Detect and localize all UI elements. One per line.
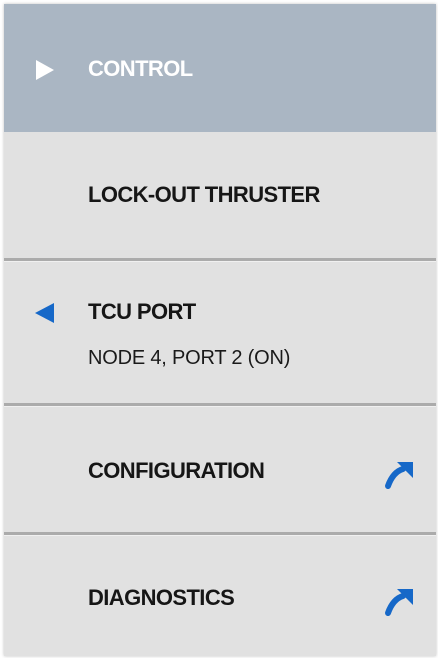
menu-item-label: DIAGNOSTICS xyxy=(88,585,235,610)
external-link-icon xyxy=(385,462,413,489)
back-arrow-icon xyxy=(35,303,54,323)
external-link-icon xyxy=(385,589,413,616)
menu-item-label: CONFIGURATION xyxy=(88,458,265,483)
side-menu: CONTROL LOCK-OUT THRUSTER TCU PORT NODE … xyxy=(4,4,436,656)
menu-item-configuration[interactable]: CONFIGURATION xyxy=(4,406,436,532)
menu-item-tcu-port[interactable]: TCU PORT NODE 4, PORT 2 (ON) xyxy=(4,261,436,403)
tcu-port-value: NODE 4, PORT 2 (ON) xyxy=(88,347,291,369)
play-arrow-icon xyxy=(36,60,54,80)
menu-item-diagnostics[interactable]: DIAGNOSTICS xyxy=(4,535,436,656)
menu-item-label: TCU PORT xyxy=(88,299,196,324)
menu-item-lock-out-thruster[interactable]: LOCK-OUT THRUSTER xyxy=(4,132,436,258)
menu-item-label: LOCK-OUT THRUSTER xyxy=(88,182,320,207)
menu-item-label: CONTROL xyxy=(88,56,193,81)
menu-item-control[interactable]: CONTROL xyxy=(4,4,436,132)
